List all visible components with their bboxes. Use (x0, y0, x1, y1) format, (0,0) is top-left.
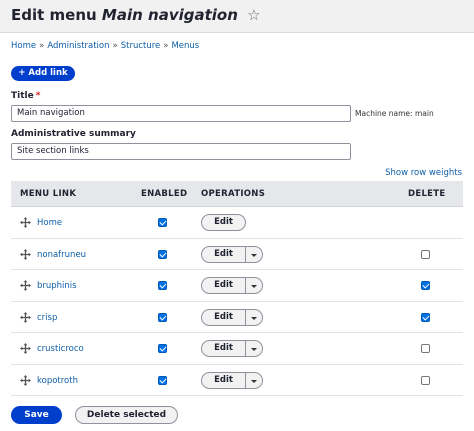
header-operations: OPERATIONS (201, 189, 266, 199)
delete-checkbox[interactable] (421, 281, 430, 290)
header-delete: DELETE (408, 189, 446, 199)
star-icon[interactable]: ☆ (247, 6, 260, 24)
operations-dropdown-toggle[interactable] (245, 277, 263, 294)
drag-handle-icon[interactable] (20, 280, 31, 291)
header-menu-link: MENU LINK (20, 189, 77, 199)
menu-link-title[interactable]: crusticroco (37, 344, 84, 354)
table-row: kopotroth Edit (11, 364, 463, 396)
title-label: Title * (11, 91, 40, 101)
page-title-menu-name: Main navigation (101, 6, 238, 24)
enabled-checkbox[interactable] (158, 218, 167, 227)
table-row: nonafruneu Edit (11, 238, 463, 270)
header-enabled: ENABLED (141, 189, 188, 199)
title-label-text: Title (11, 91, 34, 101)
breadcrumb-administration[interactable]: Administration (47, 41, 109, 51)
delete-checkbox[interactable] (421, 375, 430, 385)
breadcrumb: Home» Administration» Structure» Menus (11, 41, 199, 51)
enabled-checkbox[interactable] (158, 281, 167, 290)
enabled-checkbox[interactable] (158, 249, 167, 259)
edit-button[interactable]: Edit (201, 340, 246, 357)
table-row: Home Edit (11, 207, 463, 239)
menu-link-title[interactable]: Home (37, 218, 62, 228)
table-row: crusticroco Edit (11, 333, 463, 365)
save-button[interactable]: Save (11, 406, 62, 424)
machine-name: Machine name: main (355, 109, 434, 118)
edit-button[interactable]: Edit (201, 245, 246, 263)
summary-label: Administrative summary (11, 129, 136, 139)
table-header: MENU LINK ENABLED OPERATIONS DELETE (11, 181, 463, 207)
drag-handle-icon[interactable] (20, 311, 31, 323)
title-input[interactable]: Main navigation (11, 105, 351, 122)
breadcrumb-separator: » (39, 41, 45, 51)
breadcrumb-home[interactable]: Home (11, 41, 36, 51)
show-row-weights-link[interactable]: Show row weights (385, 168, 462, 178)
enabled-checkbox[interactable] (158, 312, 167, 322)
page-title-prefix: Edit menu (11, 6, 97, 24)
edit-button[interactable]: Edit (201, 371, 246, 389)
breadcrumb-separator: » (163, 41, 169, 51)
enabled-checkbox[interactable] (158, 375, 167, 385)
page-header: Edit menu Main navigation ☆ (0, 0, 474, 33)
drag-handle-icon[interactable] (20, 374, 31, 386)
edit-button[interactable]: Edit (201, 308, 246, 326)
menu-link-title[interactable]: bruphinis (37, 281, 77, 291)
menu-links-table: MENU LINK ENABLED OPERATIONS DELETE Home… (11, 181, 463, 396)
delete-selected-button[interactable]: Delete selected (75, 406, 178, 424)
menu-link-title[interactable]: kopotroth (37, 376, 78, 386)
enabled-checkbox[interactable] (158, 344, 167, 353)
operations-dropdown-toggle[interactable] (245, 371, 263, 389)
delete-checkbox[interactable] (421, 344, 430, 353)
edit-button[interactable]: Edit (201, 214, 246, 231)
operations-dropdown-toggle[interactable] (245, 308, 263, 326)
drag-handle-icon[interactable] (20, 343, 31, 354)
required-marker: * (35, 91, 41, 101)
page-title: Edit menu Main navigation ☆ (11, 6, 261, 24)
operations-dropdown-toggle[interactable] (245, 245, 263, 263)
menu-link-title[interactable]: crisp (37, 313, 57, 323)
drag-handle-icon[interactable] (20, 248, 31, 260)
delete-checkbox[interactable] (421, 312, 430, 322)
edit-button[interactable]: Edit (201, 277, 246, 294)
table-row: bruphinis Edit (11, 270, 463, 302)
table-row: crisp Edit (11, 301, 463, 333)
add-link-button[interactable]: + Add link (11, 66, 75, 81)
breadcrumb-separator: » (112, 41, 118, 51)
summary-input[interactable]: Site section links (11, 143, 351, 160)
breadcrumb-menus[interactable]: Menus (171, 41, 199, 51)
delete-checkbox[interactable] (421, 249, 430, 259)
breadcrumb-structure[interactable]: Structure (121, 41, 161, 51)
table-body: Home Edit nonafruneu Edit bruphinis Edit crisp… (11, 207, 463, 396)
operations-dropdown-toggle[interactable] (245, 340, 263, 357)
menu-link-title[interactable]: nonafruneu (37, 250, 86, 260)
drag-handle-icon[interactable] (20, 217, 31, 228)
